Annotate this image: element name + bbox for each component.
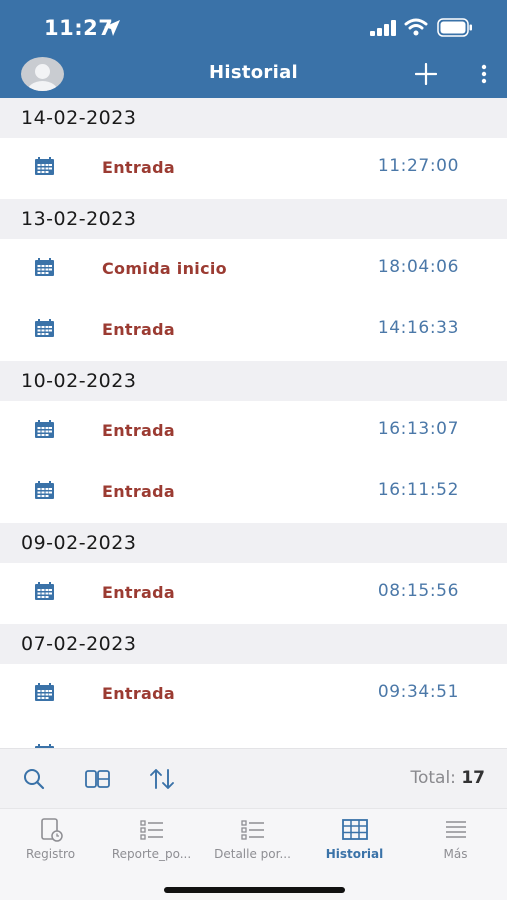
entry-type: Entrada xyxy=(102,684,176,703)
history-entry-row[interactable]: Entrada 16:11:52 xyxy=(0,462,507,523)
app-header: 11:27 Historial xyxy=(0,0,507,98)
history-entry-row[interactable] xyxy=(0,725,507,748)
entry-time: 16:11:52 xyxy=(377,480,459,500)
tab-bar: Registro Reporte_po... Detalle por... Hi… xyxy=(0,808,507,900)
entry-type: Entrada xyxy=(102,320,176,339)
date-header: 10-02-2023 xyxy=(0,361,507,401)
calendar-icon xyxy=(34,157,55,176)
entry-time: 11:27:00 xyxy=(377,156,459,176)
entry-time: 08:15:56 xyxy=(377,581,459,601)
tab-registro[interactable]: Registro xyxy=(0,809,101,869)
total-label: Total: xyxy=(410,768,456,788)
status-bar: 11:27 xyxy=(0,0,507,56)
list-report-icon xyxy=(140,820,163,840)
tab-reporte[interactable]: Reporte_po... xyxy=(101,809,202,869)
clock-device-icon xyxy=(41,818,63,842)
entry-type: Entrada xyxy=(102,583,176,602)
entry-type: Entrada xyxy=(102,482,176,501)
table-grid-icon xyxy=(342,819,368,840)
tab-detalle[interactable]: Detalle por... xyxy=(202,809,303,869)
entry-type: Entrada xyxy=(102,421,176,440)
search-icon[interactable] xyxy=(20,767,48,791)
history-entry-row[interactable]: Entrada 09:34:51 xyxy=(0,664,507,725)
menu-lines-icon xyxy=(446,821,466,838)
calendar-icon xyxy=(34,319,55,338)
wifi-icon xyxy=(404,18,428,36)
date-header: 07-02-2023 xyxy=(0,624,507,664)
entry-time: 18:04:06 xyxy=(377,257,459,277)
calendar-icon xyxy=(34,481,55,500)
date-header: 14-02-2023 xyxy=(0,98,507,138)
calendar-icon xyxy=(34,683,55,702)
tab-historial[interactable]: Historial xyxy=(304,809,405,869)
entry-time: 16:13:07 xyxy=(377,419,459,439)
tab-mas[interactable]: Más xyxy=(405,809,506,869)
plus-icon[interactable] xyxy=(415,63,437,85)
calendar-icon xyxy=(34,258,55,277)
history-entry-row[interactable]: Entrada 08:15:56 xyxy=(0,563,507,624)
home-indicator[interactable] xyxy=(164,887,345,893)
tab-label: Reporte_po... xyxy=(111,847,192,861)
tab-label: Más xyxy=(443,847,468,861)
entry-time: 14:16:33 xyxy=(377,318,459,338)
history-entry-row[interactable]: Entrada 11:27:00 xyxy=(0,138,507,199)
compare-columns-icon[interactable] xyxy=(84,767,112,791)
entry-type: Comida inicio xyxy=(102,259,227,278)
entry-time: 09:34:51 xyxy=(377,682,459,702)
date-header: 09-02-2023 xyxy=(0,523,507,563)
list-detail-icon xyxy=(241,820,264,840)
total-count: Total: 17 xyxy=(410,768,485,788)
history-entry-row[interactable]: Entrada 14:16:33 xyxy=(0,300,507,361)
sort-icon[interactable] xyxy=(148,767,176,791)
total-value: 17 xyxy=(461,768,485,788)
history-entry-row[interactable]: Entrada 16:13:07 xyxy=(0,401,507,462)
cellular-signal-icon xyxy=(370,20,396,36)
battery-icon xyxy=(437,18,472,37)
bottom-toolbar: Total: 17 xyxy=(0,748,507,808)
tab-label: Detalle por... xyxy=(214,847,291,861)
history-entry-row[interactable]: Comida inicio 18:04:06 xyxy=(0,239,507,300)
entry-type: Entrada xyxy=(102,158,176,177)
tab-label: Registro xyxy=(25,847,76,861)
more-vertical-icon[interactable] xyxy=(479,64,489,84)
history-list[interactable]: 14-02-2023 Entrada 11:27:00 13-02-2023 Comid… xyxy=(0,98,507,748)
calendar-icon xyxy=(34,420,55,439)
tab-label: Historial xyxy=(325,847,384,861)
date-header: 13-02-2023 xyxy=(0,199,507,239)
calendar-icon xyxy=(34,582,55,601)
location-arrow-icon xyxy=(104,20,120,36)
